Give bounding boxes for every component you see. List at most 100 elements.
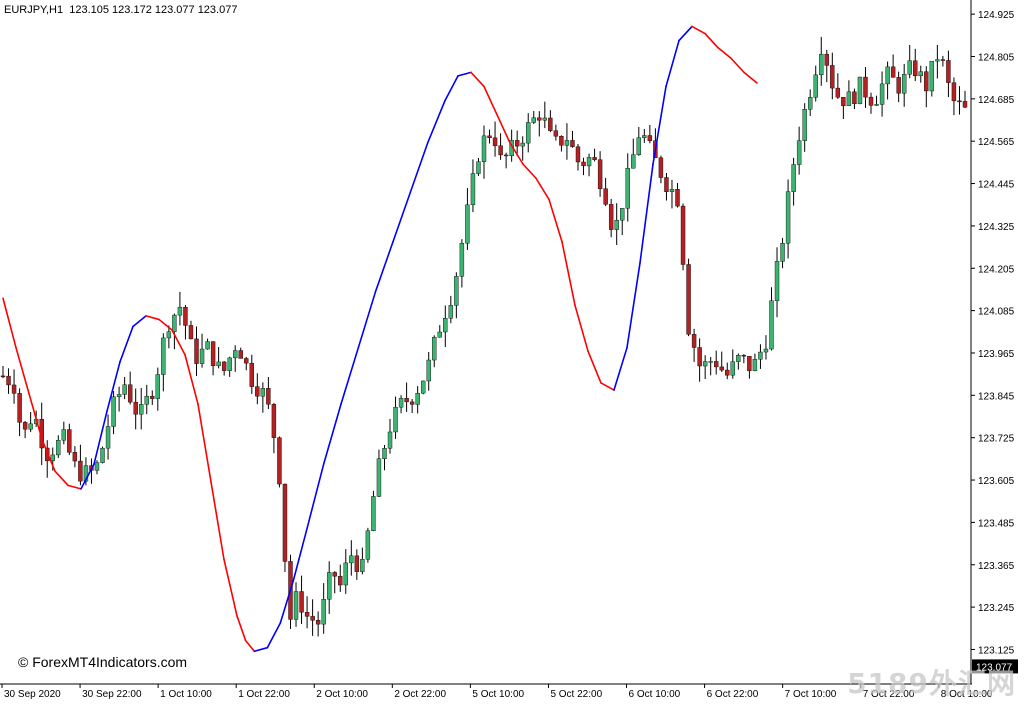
- bull-candle-body: [216, 361, 221, 366]
- bull-candle-body: [802, 109, 807, 141]
- bear-candle-body: [675, 189, 680, 207]
- bear-candle-body: [244, 358, 249, 364]
- bear-candle-body: [835, 87, 841, 98]
- bull-candle-body: [260, 388, 266, 397]
- x-tick-label: 30 Sep 2020: [4, 689, 61, 700]
- ohlc-values: 123.105 123.172 123.077 123.077: [69, 4, 238, 16]
- bear-candle-body: [315, 620, 321, 625]
- bear-candle-body: [194, 338, 199, 364]
- bear-candle-body: [266, 388, 271, 405]
- bull-candle-body: [199, 348, 205, 364]
- candle: [686, 258, 691, 337]
- bear-candle-body: [72, 452, 78, 462]
- bull-candle-body: [56, 439, 61, 456]
- bull-candle-body: [929, 60, 935, 92]
- bull-candle-body: [111, 396, 116, 427]
- bear-candle-body: [188, 325, 194, 340]
- bear-candle-body: [150, 395, 155, 399]
- bull-candle-body: [769, 300, 774, 350]
- bear-candle-body: [271, 404, 277, 438]
- bull-candle-body: [122, 384, 127, 395]
- bear-candle-body: [487, 135, 492, 139]
- bull-candle-body: [874, 104, 879, 106]
- bull-candle-body: [702, 361, 708, 367]
- bull-candle-body: [144, 395, 149, 405]
- bull-candle-body: [857, 76, 863, 105]
- bull-candle-body: [542, 117, 548, 121]
- bull-candle-body: [885, 66, 890, 85]
- bull-candle-body: [161, 337, 166, 375]
- bull-candle-body: [807, 97, 813, 110]
- bull-candle-body: [935, 59, 940, 62]
- bull-candle-body: [907, 60, 912, 75]
- bull-candle-body: [415, 392, 420, 405]
- bull-candle-body: [376, 458, 382, 497]
- bull-candle-body: [349, 555, 354, 564]
- y-tick-label: 124.445: [978, 180, 1015, 191]
- bear-candle-body: [548, 117, 553, 131]
- bull-candle-body: [465, 204, 470, 244]
- bull-candle-body: [620, 208, 625, 221]
- bear-candle-body: [559, 135, 564, 146]
- bear-candle-body: [503, 154, 509, 157]
- bear-candle-body: [498, 145, 503, 156]
- bear-candle-body: [553, 130, 559, 137]
- bear-candle-body: [17, 393, 22, 423]
- bear-candle-body: [575, 146, 581, 163]
- candle: [420, 380, 426, 395]
- bull-candle-body: [636, 137, 642, 155]
- bear-candle-body: [697, 347, 702, 367]
- bull-candle-body: [426, 359, 431, 382]
- bear-candle-body: [691, 334, 697, 348]
- bear-candle-body: [238, 350, 243, 359]
- bear-candle-body: [940, 59, 946, 61]
- bull-candle-body: [879, 83, 885, 105]
- bull-candle-body: [437, 331, 442, 338]
- bull-candle-body: [50, 454, 55, 462]
- bear-candle-body: [603, 188, 608, 205]
- bear-candle-body: [890, 66, 896, 78]
- bull-candle-body: [846, 91, 852, 107]
- x-tick-label: 5 Oct 22:00: [550, 689, 602, 700]
- bull-candle-body: [420, 380, 426, 394]
- bear-candle-body: [962, 101, 968, 108]
- price-chart[interactable]: 124.925 124.805 124.685 124.565 124.445 124.3…: [0, 0, 1024, 704]
- bear-candle-body: [133, 401, 138, 415]
- x-tick-label: 5 Oct 10:00: [472, 689, 524, 700]
- x-tick-label: 30 Sep 22:00: [82, 689, 142, 700]
- bear-candle-body: [255, 386, 260, 397]
- bear-candle-body: [951, 82, 957, 102]
- bull-candle-body: [918, 71, 923, 77]
- bear-candle-body: [863, 76, 868, 98]
- x-tick-label: 1 Oct 10:00: [160, 689, 212, 700]
- watermark-text: © ForexMT4Indicators.com: [18, 654, 188, 670]
- bull-candle-body: [901, 73, 907, 94]
- bear-candle-body: [277, 437, 282, 485]
- bull-candle-body: [227, 357, 232, 371]
- bull-candle-body: [669, 189, 675, 192]
- bear-candle-body: [896, 77, 901, 94]
- candle: [277, 436, 282, 488]
- bear-candle-body: [852, 91, 857, 105]
- bear-candle-body: [741, 355, 747, 357]
- y-tick-label: 123.605: [978, 476, 1015, 487]
- bear-candle-body: [913, 60, 918, 77]
- bear-candle-body: [841, 97, 846, 107]
- bull-candle-body: [365, 530, 371, 560]
- site-watermark: 5189外汇网: [847, 667, 1016, 700]
- bull-candle-body: [454, 276, 459, 306]
- bear-candle-body: [686, 264, 691, 335]
- bull-candle-body: [139, 404, 144, 415]
- bear-candle-body: [830, 65, 835, 89]
- bear-candle-body: [570, 140, 575, 147]
- bull-candle-body: [382, 448, 387, 459]
- y-tick-label: 123.725: [978, 434, 1015, 445]
- candle: [371, 490, 376, 532]
- bull-candle-body: [736, 355, 741, 362]
- x-tick-label: 1 Oct 22:00: [238, 689, 290, 700]
- symbol-header: EURJPY,H1 123.105 123.172 123.077 123.07…: [4, 4, 237, 16]
- bull-candle-body: [796, 140, 802, 165]
- y-tick-label: 124.325: [978, 222, 1015, 233]
- bull-candle-body: [172, 314, 177, 332]
- bull-candle-body: [28, 423, 33, 430]
